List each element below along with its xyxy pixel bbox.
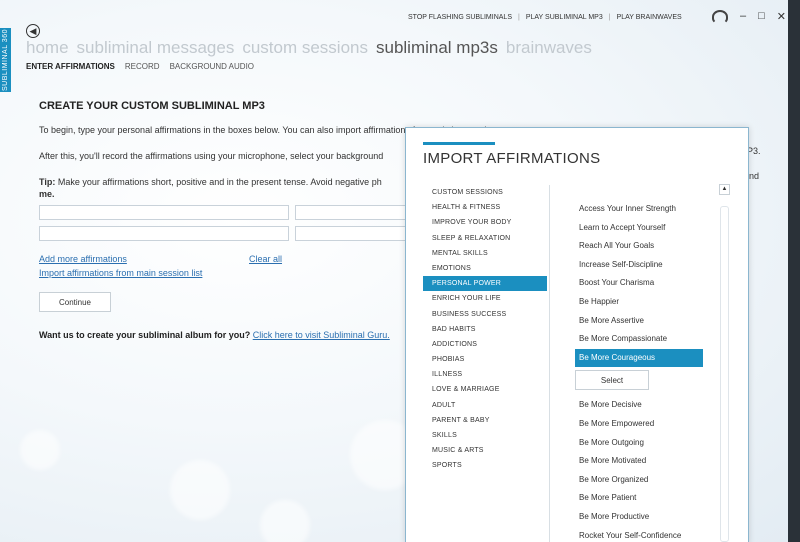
tip-tail-2: me. bbox=[39, 189, 55, 199]
import-affirmations-dialog: IMPORT AFFIRMATIONS CUSTOM SESSIONS HEAL… bbox=[405, 127, 749, 542]
back-arrow-icon[interactable]: ◀ bbox=[26, 24, 40, 38]
category-item[interactable]: SKILLS bbox=[423, 428, 547, 443]
clear-all-link[interactable]: Clear all bbox=[249, 254, 282, 264]
tab-enter-affirmations[interactable]: ENTER AFFIRMATIONS bbox=[26, 62, 115, 71]
affirmation-item[interactable]: Be More Assertive bbox=[575, 312, 703, 331]
affirmation-item[interactable]: Be Happier bbox=[575, 293, 703, 312]
app-logo-icon bbox=[712, 10, 728, 24]
category-item[interactable]: EMOTIONS bbox=[423, 261, 547, 276]
page-title: CREATE YOUR CUSTOM SUBLIMINAL MP3 bbox=[39, 100, 265, 112]
column-divider bbox=[549, 185, 550, 542]
affirmation-input-3[interactable] bbox=[39, 226, 289, 241]
close-button[interactable]: ✕ bbox=[777, 10, 786, 24]
guru-cta: Want us to create your subliminal album … bbox=[39, 330, 390, 340]
category-item[interactable]: ADULT bbox=[423, 398, 547, 413]
affirmation-list: Access Your Inner Strength Learn to Acce… bbox=[575, 200, 703, 542]
category-item[interactable]: SPORTS bbox=[423, 458, 547, 473]
affirmation-item[interactable]: Learn to Accept Yourself bbox=[575, 219, 703, 238]
affirmation-item[interactable]: Be More Decisive bbox=[575, 396, 703, 415]
category-item[interactable]: BAD HABITS bbox=[423, 322, 547, 337]
action-links: Add more affirmations Import affirmation… bbox=[39, 254, 202, 282]
category-item[interactable]: SLEEP & RELAXATION bbox=[423, 231, 547, 246]
category-item[interactable]: CUSTOM SESSIONS bbox=[423, 185, 547, 200]
maximize-button[interactable]: □ bbox=[758, 10, 765, 24]
separator: | bbox=[608, 14, 611, 21]
select-button[interactable]: Select bbox=[575, 370, 649, 391]
category-item-selected[interactable]: PERSONAL POWER bbox=[423, 276, 547, 292]
affirmation-scrollbar[interactable]: ▲ bbox=[719, 184, 730, 542]
nav-custom-sessions[interactable]: custom sessions bbox=[242, 38, 368, 58]
scroll-up-icon[interactable]: ▲ bbox=[719, 184, 730, 195]
subliminal-guru-link[interactable]: Click here to visit Subliminal Guru. bbox=[253, 330, 390, 340]
nav-subliminal-mp3s[interactable]: subliminal mp3s bbox=[376, 38, 498, 58]
instructions-text-tail: P3. bbox=[747, 146, 761, 156]
category-item[interactable]: MENTAL SKILLS bbox=[423, 246, 547, 261]
category-item[interactable]: ENRICH YOUR LIFE bbox=[423, 291, 547, 306]
affirmation-item[interactable]: Be More Empowered bbox=[575, 415, 703, 434]
category-item[interactable]: HEALTH & FITNESS bbox=[423, 200, 547, 215]
category-item[interactable]: ADDICTIONS bbox=[423, 337, 547, 352]
nav-brainwaves[interactable]: brainwaves bbox=[506, 38, 592, 58]
stop-flashing-link[interactable]: STOP FLASHING SUBLIMINALS bbox=[408, 14, 512, 21]
continue-button[interactable]: Continue bbox=[39, 292, 111, 312]
affirmation-item[interactable]: Be More Outgoing bbox=[575, 434, 703, 453]
import-affirmations-link[interactable]: Import affirmations from main session li… bbox=[39, 268, 202, 278]
nav-subliminal-messages[interactable]: subliminal messages bbox=[77, 38, 235, 58]
separator: | bbox=[518, 14, 520, 21]
tip-label: Tip: bbox=[39, 177, 56, 187]
category-item[interactable]: MUSIC & ARTS bbox=[423, 443, 547, 458]
window-edge bbox=[788, 0, 800, 542]
bokeh-decoration bbox=[170, 460, 230, 520]
top-links: STOP FLASHING SUBLIMINALS | PLAY SUBLIMI… bbox=[408, 14, 682, 21]
category-item[interactable]: IMPROVE YOUR BODY bbox=[423, 215, 547, 230]
affirmation-item[interactable]: Be More Organized bbox=[575, 471, 703, 490]
affirmation-item-selected[interactable]: Be More Courageous bbox=[575, 348, 703, 368]
main-nav: home subliminal messages custom sessions… bbox=[26, 38, 592, 58]
category-list: CUSTOM SESSIONS HEALTH & FITNESS IMPROVE… bbox=[423, 185, 547, 474]
tip-text-tail: nd bbox=[749, 171, 760, 181]
affirmation-item[interactable]: Be More Motivated bbox=[575, 452, 703, 471]
affirmation-item[interactable]: Rocket Your Self-Confidence bbox=[575, 527, 703, 542]
cta-text: Want us to create your subliminal album … bbox=[39, 330, 253, 340]
affirmation-item[interactable]: Be More Compassionate bbox=[575, 330, 703, 349]
category-item[interactable]: LOVE & MARRIAGE bbox=[423, 382, 547, 397]
bokeh-decoration bbox=[20, 430, 60, 470]
dialog-title: IMPORT AFFIRMATIONS bbox=[423, 150, 601, 167]
affirmation-item[interactable]: Increase Self-Discipline bbox=[575, 256, 703, 275]
affirmation-input-1[interactable] bbox=[39, 205, 289, 220]
play-subliminal-mp3-link[interactable]: PLAY SUBLIMINAL MP3 bbox=[526, 14, 603, 21]
add-more-affirmations-link[interactable]: Add more affirmations bbox=[39, 254, 202, 264]
category-item[interactable]: PHOBIAS bbox=[423, 352, 547, 367]
title-accent-bar bbox=[423, 142, 495, 145]
minimize-button[interactable]: – bbox=[740, 10, 746, 24]
affirmation-item[interactable]: Be More Productive bbox=[575, 508, 703, 527]
side-tab[interactable]: SUBLIMINAL 360 bbox=[0, 28, 11, 92]
affirmation-item[interactable]: Reach All Your Goals bbox=[575, 237, 703, 256]
affirmation-item[interactable]: Access Your Inner Strength bbox=[575, 200, 703, 219]
nav-home[interactable]: home bbox=[26, 38, 69, 58]
tip-body: Make your affirmations short, positive a… bbox=[55, 177, 382, 187]
play-brainwaves-link[interactable]: PLAY BRAINWAVES bbox=[617, 14, 682, 21]
scroll-track[interactable] bbox=[720, 206, 729, 542]
tab-record[interactable]: RECORD bbox=[125, 62, 160, 71]
affirmation-item[interactable]: Boost Your Charisma bbox=[575, 274, 703, 293]
category-item[interactable]: PARENT & BABY bbox=[423, 413, 547, 428]
category-item[interactable]: ILLNESS bbox=[423, 367, 547, 382]
sub-nav: ENTER AFFIRMATIONS RECORD BACKGROUND AUD… bbox=[26, 62, 254, 71]
bokeh-decoration bbox=[260, 500, 310, 542]
category-item[interactable]: BUSINESS SUCCESS bbox=[423, 307, 547, 322]
tab-background-audio[interactable]: BACKGROUND AUDIO bbox=[170, 62, 254, 71]
affirmation-item[interactable]: Be More Patient bbox=[575, 489, 703, 508]
app-window: SUBLIMINAL 360 ◀ STOP FLASHING SUBLIMINA… bbox=[0, 0, 788, 542]
window-controls: – □ ✕ bbox=[712, 10, 786, 24]
